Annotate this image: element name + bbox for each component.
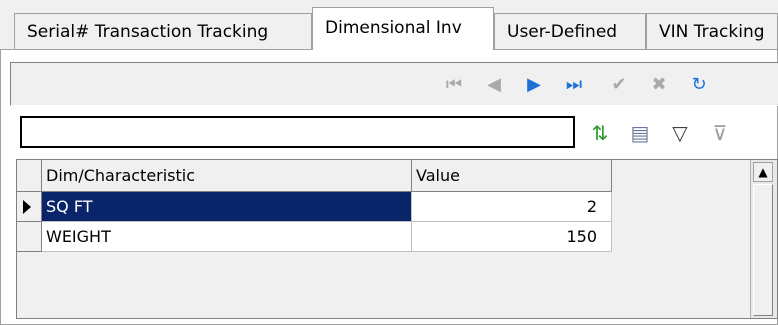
sort-icon[interactable]: ⇅ (585, 118, 615, 148)
search-input[interactable] (20, 116, 575, 148)
tab-label: VIN Tracking (659, 22, 765, 42)
tab-serial-transaction-tracking[interactable]: Serial# Transaction Tracking (14, 13, 312, 49)
row-indicator[interactable] (17, 222, 42, 252)
vertical-scrollbar[interactable]: ▲ (750, 160, 777, 318)
data-grid: Dim/Characteristic Value SQ FT 2 WEIGHT … (16, 159, 778, 319)
post-icon[interactable]: ✔ (606, 72, 632, 98)
current-row-icon (23, 200, 31, 214)
tab-user-defined[interactable]: User-Defined (494, 13, 646, 49)
tab-dimensional-inv[interactable]: Dimensional Inv (312, 7, 494, 50)
filter-icon[interactable]: ▽ (665, 118, 695, 148)
tab-label: Serial# Transaction Tracking (27, 22, 269, 42)
table-cell[interactable]: WEIGHT (42, 222, 412, 252)
row-indicator[interactable] (17, 192, 42, 222)
first-record-icon[interactable]: ⏮ (441, 72, 467, 98)
tab-label: User-Defined (507, 22, 618, 42)
cancel-icon[interactable]: ✖ (646, 72, 672, 98)
prior-record-icon[interactable]: ◀ (481, 72, 507, 98)
clear-filter-icon[interactable]: ⊽ (705, 118, 735, 148)
record-navigator: ⏮ ◀ ▶ ⏭ ✔ ✖ ↻ (10, 62, 778, 106)
table-cell[interactable]: SQ FT (42, 192, 412, 222)
table-cell[interactable]: 150 (412, 222, 612, 252)
row-indicator-header (17, 160, 42, 192)
next-record-icon[interactable]: ▶ (521, 72, 547, 98)
table-cell[interactable]: 2 (412, 192, 612, 222)
scroll-up-icon[interactable]: ▲ (753, 162, 773, 182)
refresh-icon[interactable]: ↻ (686, 72, 712, 98)
column-header-value[interactable]: Value (412, 160, 612, 192)
column-header-dim[interactable]: Dim/Characteristic (42, 160, 412, 192)
last-record-icon[interactable]: ⏭ (561, 72, 587, 98)
scroll-thumb[interactable] (753, 184, 773, 316)
tab-label: Dimensional Inv (325, 18, 462, 38)
tab-strip: Serial# Transaction Tracking Dimensional… (14, 0, 778, 50)
grid-columns-icon[interactable]: ▤ (625, 118, 655, 148)
tab-vin-tracking[interactable]: VIN Tracking (646, 13, 778, 49)
